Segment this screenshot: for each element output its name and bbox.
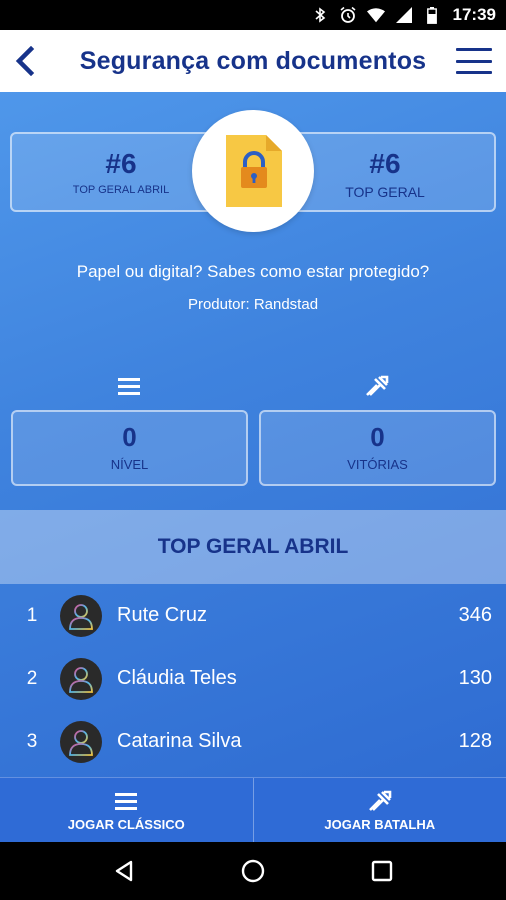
leaderboard-position: 2 — [26, 668, 38, 689]
app-bar: Segurança com documentos — [0, 30, 506, 92]
leaderboard-score: 346 — [458, 604, 492, 626]
leaderboard-name: Cláudia Teles — [117, 667, 237, 689]
leaderboard-list: 1 Rute Cruz 346 2 Cláudia Teles 130 3 Ca… — [0, 584, 506, 773]
bluetooth-icon — [311, 6, 329, 24]
battle-swords-icon — [367, 789, 393, 813]
leaderboard-name: Rute Cruz — [117, 604, 208, 626]
nav-back-button[interactable] — [106, 853, 142, 889]
battery-icon — [423, 6, 441, 24]
avatar — [60, 595, 102, 637]
wins-value: 0 — [370, 422, 385, 452]
user-avatar-icon — [69, 604, 93, 630]
play-battle-label: JOGAR BATALHA — [324, 816, 436, 832]
avatar — [60, 658, 102, 700]
status-bar: 17:39 — [0, 0, 506, 30]
leaderboard-name: Catarina Silva — [117, 730, 242, 752]
play-classic-button[interactable]: JOGAR CLÁSSICO — [0, 778, 253, 842]
leaderboard-position: 1 — [26, 605, 38, 626]
leaderboard-score: 130 — [458, 667, 492, 689]
circle-home-icon — [241, 859, 265, 883]
leaderboard-title: TOP GERAL ABRIL — [0, 510, 506, 584]
document-lock-icon — [226, 135, 282, 207]
system-nav-bar — [0, 842, 506, 900]
leaderboard-row[interactable]: 3 Catarina Silva 128 — [0, 710, 506, 773]
signal-icon — [395, 6, 413, 24]
leaderboard-score: 128 — [458, 730, 492, 752]
avatar — [60, 721, 102, 763]
triangle-back-icon — [116, 860, 133, 882]
quiz-description: Papel ou digital? Sabes como estar prote… — [76, 262, 430, 281]
page-title: Segurança com documentos — [79, 47, 427, 75]
leaderboard-position: 3 — [26, 731, 38, 752]
level-label: NÍVEL — [110, 457, 149, 472]
square-recents-icon — [371, 860, 392, 882]
quiz-main: #6 TOP GERAL ABRIL #6 TOP GERAL Papel ou… — [0, 92, 506, 777]
wins-card: 0 VITÓRIAS — [259, 410, 496, 486]
nav-recents-button[interactable] — [364, 853, 400, 889]
list-lines-icon — [113, 789, 139, 813]
quiz-producer: Produtor: Randstad — [187, 296, 319, 313]
alarm-icon — [339, 6, 357, 24]
level-value: 0 — [122, 422, 137, 452]
user-avatar-icon — [69, 730, 93, 756]
leaderboard-row[interactable]: 1 Rute Cruz 346 — [0, 584, 506, 647]
hamburger-menu-icon — [456, 48, 492, 51]
quiz-icon-badge — [192, 110, 314, 232]
battle-swords-icon — [362, 374, 392, 398]
nav-home-button[interactable] — [235, 853, 271, 889]
wins-label: VITÓRIAS — [347, 457, 408, 472]
status-time: 17:39 — [452, 5, 496, 24]
list-lines-icon — [114, 374, 144, 398]
play-battle-button[interactable]: JOGAR BATALHA — [252, 778, 506, 842]
menu-button[interactable] — [456, 45, 492, 77]
user-avatar-icon — [69, 667, 93, 693]
play-classic-label: JOGAR CLÁSSICO — [67, 816, 185, 832]
leaderboard-row[interactable]: 2 Cláudia Teles 130 — [0, 647, 506, 710]
bottom-action-bar: JOGAR CLÁSSICO JOGAR BATALHA — [0, 777, 506, 842]
level-card: 0 NÍVEL — [11, 410, 248, 486]
wifi-icon — [366, 6, 385, 24]
